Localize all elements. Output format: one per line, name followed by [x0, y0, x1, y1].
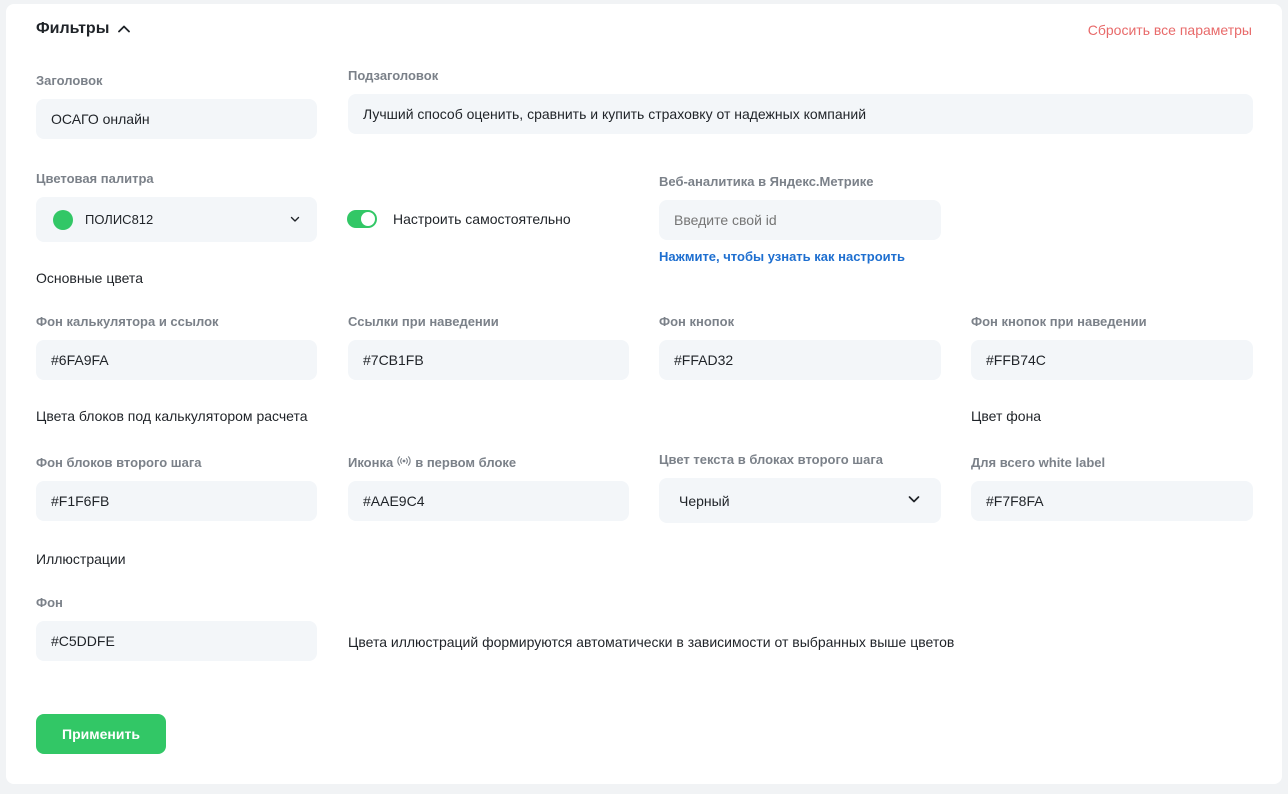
heading-label: Заголовок — [36, 73, 103, 88]
icon-label-text-after: в первом блоке — [415, 455, 517, 470]
second-step-bg-label: Фон блоков второго шага — [36, 455, 202, 470]
chevron-down-icon — [289, 212, 301, 228]
apply-button[interactable]: Применить — [36, 714, 166, 754]
button-hover-input[interactable]: #FFB74C — [971, 340, 1253, 380]
icon-first-block-label: Иконка в первом блоке — [348, 455, 516, 470]
broadcast-icon — [397, 455, 411, 470]
icon-label-text-before: Иконка — [348, 455, 394, 470]
block-colors-title: Цвета блоков под калькулятором расчета — [36, 408, 308, 424]
icon-first-block-input[interactable]: #AAE9C4 — [348, 481, 629, 521]
illustration-bg-label: Фон — [36, 595, 63, 610]
custom-settings-label: Настроить самостоятельно — [393, 211, 571, 227]
illustration-bg-input[interactable]: #C5DDFE — [36, 621, 317, 661]
filters-title: Фильтры — [36, 20, 110, 37]
whitelabel-bg-input[interactable]: #F7F8FA — [971, 481, 1253, 521]
button-hover-label: Фон кнопок при наведении — [971, 314, 1147, 329]
palette-value: ПОЛИС812 — [85, 212, 154, 227]
metrika-id-input[interactable] — [659, 200, 941, 240]
link-hover-label: Ссылки при наведении — [348, 314, 499, 329]
filters-toggle[interactable]: Фильтры — [36, 20, 131, 38]
text-color-value: Черный — [679, 492, 730, 509]
calc-bg-input[interactable]: #6FA9FA — [36, 340, 317, 380]
button-bg-label: Фон кнопок — [659, 314, 735, 329]
palette-select[interactable]: ПОЛИС812 — [36, 197, 317, 242]
text-color-label: Цвет текста в блоках второго шага — [659, 452, 883, 467]
chevron-up-icon — [117, 22, 131, 36]
metrika-label: Веб-аналитика в Яндекс.Метрике — [659, 174, 874, 189]
main-colors-title: Основные цвета — [36, 270, 143, 286]
reset-all-button[interactable]: Сбросить все параметры — [1088, 22, 1252, 38]
illustrations-note: Цвета иллюстраций формируются автоматиче… — [348, 634, 955, 650]
button-bg-input[interactable]: #FFAD32 — [659, 340, 941, 380]
subheading-input[interactable]: Лучший способ оценить, сравнить и купить… — [348, 94, 1253, 134]
second-step-bg-input[interactable]: #F1F6FB — [36, 481, 317, 521]
chevron-down-icon — [907, 492, 921, 509]
custom-settings-toggle[interactable] — [347, 210, 377, 228]
whitelabel-bg-label: Для всего white label — [971, 455, 1106, 470]
illustrations-title: Иллюстрации — [36, 551, 126, 567]
heading-input[interactable]: ОСАГО онлайн — [36, 99, 317, 139]
link-hover-input[interactable]: #7CB1FB — [348, 340, 629, 380]
metrika-help-link[interactable]: Нажмите, чтобы узнать как настроить — [659, 249, 905, 264]
text-color-select[interactable]: Черный — [659, 478, 941, 523]
palette-label: Цветовая палитра — [36, 171, 154, 186]
palette-color-swatch — [53, 209, 73, 230]
subheading-label: Подзаголовок — [348, 68, 439, 83]
background-color-title: Цвет фона — [971, 408, 1042, 424]
calc-bg-label: Фон калькулятора и ссылок — [36, 314, 219, 329]
